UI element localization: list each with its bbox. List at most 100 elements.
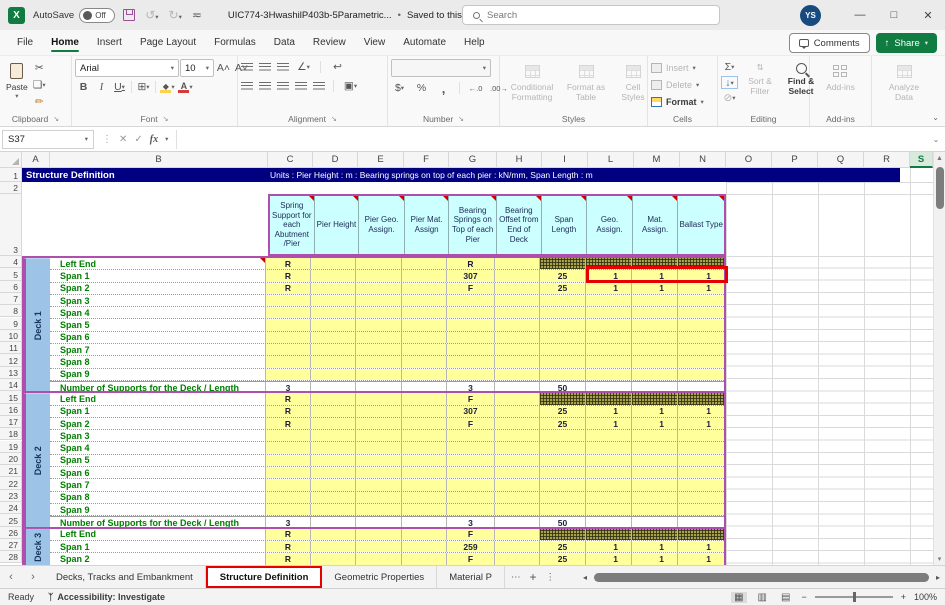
scroll-right-icon[interactable]: ▸ [931,573,945,582]
cell[interactable] [586,356,632,367]
dialog-launcher-icon[interactable]: ↘ [458,115,464,123]
row-header-19[interactable]: 19 [0,441,22,453]
cell[interactable] [678,295,724,306]
cell[interactable]: 1 [586,283,632,294]
cell[interactable] [311,258,356,269]
cell[interactable] [632,258,678,269]
row-label-cell[interactable]: Span 2 [50,283,266,294]
cell[interactable] [540,356,586,367]
cell[interactable] [447,479,495,490]
tab-automate[interactable]: Automate [394,33,455,52]
cell[interactable] [311,418,356,429]
row-label-cell[interactable]: Span 2 [50,553,266,565]
header-cell[interactable]: Mat. Assign. [633,196,679,254]
minimize-button[interactable]: — [843,0,877,30]
cell[interactable]: 25 [540,553,586,565]
cell[interactable] [540,479,586,490]
cell[interactable]: R [447,258,495,269]
column-header-L[interactable]: L [588,152,634,168]
cell[interactable] [402,406,447,417]
cell[interactable] [356,332,402,343]
tab-insert[interactable]: Insert [88,33,131,52]
cell[interactable] [356,283,402,294]
cell[interactable] [447,295,495,306]
row-header-21[interactable]: 21 [0,465,22,477]
cell[interactable]: 1 [586,553,632,565]
cell[interactable] [311,369,356,380]
header-cell[interactable]: Bearing Offset from End of Deck [497,196,542,254]
cell[interactable]: 1 [586,418,632,429]
row-header-24[interactable]: 24 [0,502,22,514]
row-header-16[interactable]: 16 [0,404,22,416]
row-header-15[interactable]: 15 [0,391,22,403]
cell[interactable] [311,529,356,540]
cell[interactable]: 307 [447,406,495,417]
cell[interactable] [447,467,495,478]
header-cell[interactable]: Ballast Type [678,196,724,254]
cell[interactable]: 1 [632,418,678,429]
cell[interactable] [311,295,356,306]
cell[interactable] [495,492,540,503]
cell[interactable]: F [447,393,495,404]
header-cell[interactable]: Spring Support for each Abutment /Pier [270,196,315,254]
cell[interactable] [495,258,540,269]
tab-view[interactable]: View [355,33,395,52]
cell[interactable] [402,393,447,404]
expand-formula-bar-button[interactable]: ⌄ [927,135,945,144]
cell[interactable] [540,430,586,441]
cell[interactable] [311,492,356,503]
cell[interactable] [495,393,540,404]
row-header-26[interactable]: 26 [0,527,22,539]
row-header-22[interactable]: 22 [0,477,22,489]
row-header-8[interactable]: 8 [0,305,22,317]
cell[interactable] [540,455,586,466]
cell[interactable] [447,492,495,503]
cell[interactable]: R [266,406,311,417]
cell[interactable] [586,442,632,453]
cell[interactable] [311,307,356,318]
tab-data[interactable]: Data [265,33,304,52]
cell[interactable] [311,442,356,453]
cell[interactable]: 25 [540,541,586,552]
share-button[interactable]: ↑ Share ▾ [876,33,937,53]
tab-review[interactable]: Review [304,33,355,52]
cell[interactable] [402,467,447,478]
cell[interactable] [495,369,540,380]
name-box[interactable]: S37 ▾ [2,130,94,149]
column-header-D[interactable]: D [313,152,358,168]
row-label-cell[interactable]: Span 9 [50,369,266,380]
cell[interactable] [402,307,447,318]
header-cell[interactable]: Geo. Assign. [587,196,633,254]
cell[interactable] [402,541,447,552]
sheet-tab-decks-tracks-and-embankment[interactable]: Decks, Tracks and Embankment [44,566,206,588]
tab-page-layout[interactable]: Page Layout [131,33,205,52]
tab-help[interactable]: Help [455,33,494,52]
row-header-5[interactable]: 5 [0,268,22,280]
number-format-select[interactable]: ▾ [391,59,491,77]
tab-formulas[interactable]: Formulas [205,33,265,52]
currency-button[interactable]: $▾ [391,80,408,96]
cell[interactable] [632,356,678,367]
column-header-H[interactable]: H [497,152,542,168]
cell[interactable] [311,430,356,441]
conditional-formatting-button[interactable]: Conditional Formatting [503,59,561,105]
fill-button[interactable]: ↓▾ [721,76,738,89]
addins-button[interactable]: Add-ins [823,59,858,95]
cell[interactable] [402,369,447,380]
cell[interactable] [266,356,311,367]
row-label-cell[interactable]: Span 9 [50,504,266,515]
italic-button[interactable]: I [93,79,110,95]
search-input[interactable]: Search [462,5,720,25]
row-header-2[interactable]: 2 [0,182,22,194]
cell[interactable] [356,553,402,565]
document-title[interactable]: UIC774-3HwashilP403b-5Parametric... • Sa… [228,10,487,21]
cell[interactable] [266,295,311,306]
cell[interactable]: R [266,418,311,429]
cell[interactable] [402,283,447,294]
cell[interactable] [266,442,311,453]
cell[interactable] [678,356,724,367]
column-header-O[interactable]: O [726,152,772,168]
cell[interactable] [678,455,724,466]
zoom-in-button[interactable]: + [901,592,906,602]
row-label-cell[interactable]: Span 1 [50,406,266,417]
